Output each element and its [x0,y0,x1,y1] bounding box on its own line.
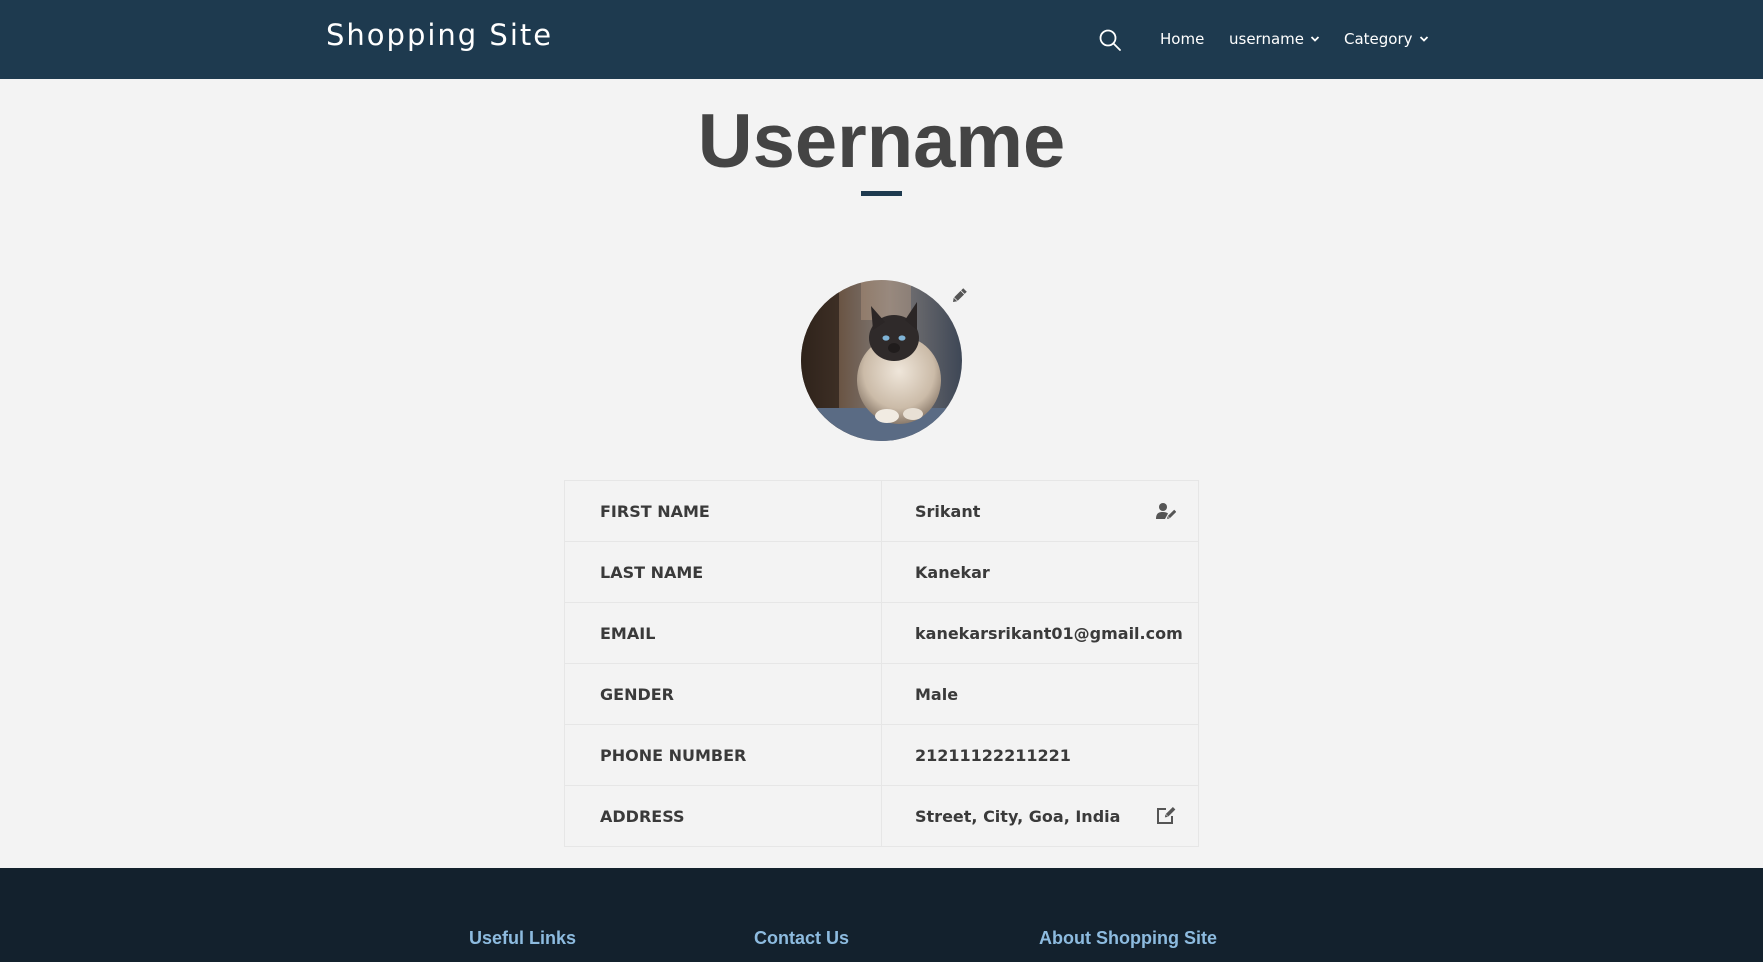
field-value: 21211122211221 [881,724,1199,786]
nav-category-dropdown[interactable]: Category [1344,30,1429,48]
field-label: GENDER [564,663,882,725]
cat-photo [801,280,962,441]
page-title: Username [697,99,1066,184]
profile-details-table: FIRST NAME Srikant LAST NAME Kanekar EMA… [564,480,1199,847]
field-value: Male [881,663,1199,725]
nav-home-link[interactable]: Home [1160,30,1204,48]
footer-heading-useful-links: Useful Links [469,928,577,948]
field-label: LAST NAME [564,541,882,603]
edit-icon[interactable] [1156,807,1176,825]
nav-category-label: Category [1344,30,1413,48]
site-brand[interactable]: Shopping Site [326,18,553,52]
field-value-cell: Srikant [881,480,1199,542]
field-value: Srikant [915,501,981,521]
field-label: EMAIL [564,602,882,664]
footer-heading-about: About Shopping Site [1039,928,1217,948]
field-value: kanekarsrikant01@gmail.com [881,602,1199,664]
user-edit-icon[interactable] [1156,502,1176,520]
chevron-down-icon [1310,36,1320,42]
table-row: GENDER Male [564,663,1199,725]
field-label: FIRST NAME [564,480,882,542]
table-row: EMAIL kanekarsrikant01@gmail.com [564,602,1199,664]
table-row: ADDRESS Street, City, Goa, India [564,785,1199,847]
field-value: Street, City, Goa, India [915,806,1121,826]
table-row: PHONE NUMBER 21211122211221 [564,724,1199,786]
field-label: ADDRESS [564,785,882,847]
table-row: LAST NAME Kanekar [564,541,1199,603]
nav-username-dropdown[interactable]: username [1229,30,1320,48]
profile-avatar [801,280,962,441]
footer-heading-contact-us: Contact Us [754,928,850,948]
field-value: Kanekar [881,541,1199,603]
nav-home-label: Home [1160,30,1205,48]
table-row: FIRST NAME Srikant [564,480,1199,542]
search-icon[interactable] [1098,28,1122,52]
top-navbar: Shopping Site Home username Category [0,0,1763,79]
title-underline [861,191,902,196]
chevron-down-icon [1419,36,1428,42]
site-footer: Useful Links Contact Us About Shopping S… [0,868,1763,962]
field-value-cell: Street, City, Goa, India [881,785,1199,847]
field-label: PHONE NUMBER [564,724,882,786]
pencil-icon[interactable] [950,287,968,305]
nav-username-label: username [1229,30,1304,48]
